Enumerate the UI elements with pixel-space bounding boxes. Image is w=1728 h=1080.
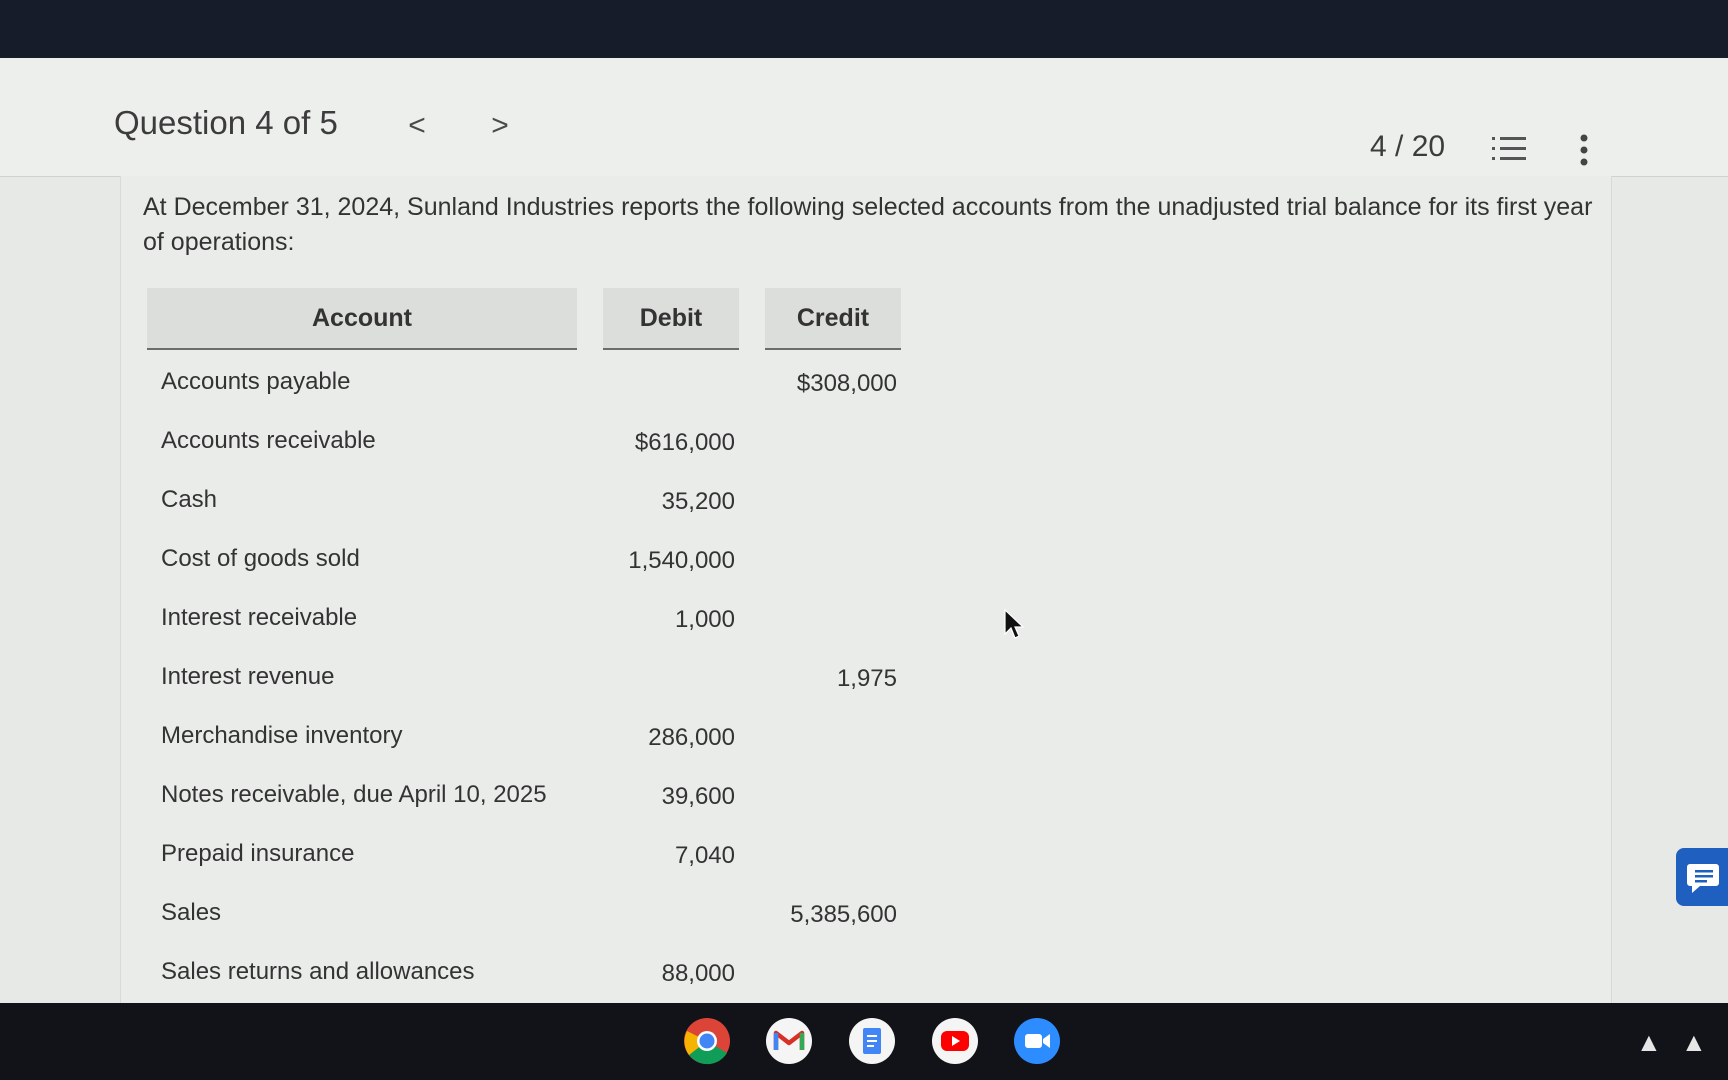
youtube-icon[interactable] xyxy=(931,1017,979,1065)
table-row: Accounts payable $308,000 xyxy=(147,354,947,413)
question-content: At December 31, 2024, Sunland Industries… xyxy=(120,176,1612,1003)
table-row: Accounts receivable $616,000 xyxy=(147,413,947,472)
account-name: Cash xyxy=(161,486,218,513)
credit-amount: 5,385,600 xyxy=(790,901,897,928)
table-row: Sales 5,385,600 xyxy=(147,885,947,944)
table-row: Cash 35,200 xyxy=(147,472,947,531)
table-header-row: Account Debit Credit xyxy=(147,288,947,354)
mouse-pointer-icon xyxy=(1003,608,1025,640)
debit-amount: 286,000 xyxy=(648,724,735,751)
account-name: Interest receivable xyxy=(161,604,358,631)
debit-amount: 1,000 xyxy=(674,606,735,633)
table-row: Prepaid insurance 7,040 xyxy=(147,826,947,885)
more-vertical-icon[interactable] xyxy=(1574,130,1594,170)
table-row: Merchandise inventory 286,000 xyxy=(147,708,947,767)
meet-icon[interactable] xyxy=(1013,1017,1061,1065)
next-question-button[interactable]: > xyxy=(480,108,520,148)
account-name: Merchandise inventory xyxy=(161,722,403,749)
account-name: Accounts receivable xyxy=(161,427,376,454)
column-header-debit: Debit xyxy=(603,288,739,350)
account-name: Prepaid insurance xyxy=(161,840,355,867)
debit-amount: 39,600 xyxy=(661,783,735,810)
debit-amount: 88,000 xyxy=(661,960,735,987)
question-header: Question 4 of 5 < > 4 / 20 xyxy=(0,58,1728,177)
debit-amount: 1,540,000 xyxy=(628,547,735,574)
chat-feedback-button[interactable] xyxy=(1676,848,1728,906)
account-name: Sales xyxy=(161,899,222,926)
debit-amount: $616,000 xyxy=(634,429,735,456)
question-prompt: At December 31, 2024, Sunland Industries… xyxy=(143,193,1593,256)
debit-amount: 35,200 xyxy=(661,488,735,515)
list-icon[interactable] xyxy=(1492,134,1528,164)
table-row: Cost of goods sold 1,540,000 xyxy=(147,531,947,590)
account-name: Interest revenue xyxy=(161,663,335,690)
account-name: Accounts payable xyxy=(161,368,351,395)
credit-amount: 1,975 xyxy=(836,665,897,692)
account-name: Notes receivable, due April 10, 2025 xyxy=(161,781,547,808)
system-tray-warning-icons[interactable]: ▲ ▲ xyxy=(1636,1027,1713,1058)
screen-bezel xyxy=(0,0,1728,58)
table-row: Interest revenue 1,975 xyxy=(147,649,947,708)
chat-icon xyxy=(1687,864,1719,893)
screen: Question 4 of 5 < > 4 / 20 At December 3… xyxy=(0,58,1728,1003)
previous-question-button[interactable]: < xyxy=(397,108,437,148)
debit-amount: 7,040 xyxy=(674,842,735,869)
gmail-icon[interactable] xyxy=(765,1017,813,1065)
column-header-account: Account xyxy=(147,288,577,350)
account-name: Sales returns and allowances xyxy=(161,958,475,985)
account-name: Cost of goods sold xyxy=(161,545,360,572)
taskbar: ▲ ▲ xyxy=(0,1003,1728,1080)
table-row: Notes receivable, due April 10, 2025 39,… xyxy=(147,767,947,826)
table-row: Interest receivable 1,000 xyxy=(147,590,947,649)
column-header-credit: Credit xyxy=(765,288,901,350)
chrome-icon[interactable] xyxy=(683,1017,731,1065)
docs-icon[interactable] xyxy=(848,1017,896,1065)
question-title: Question 4 of 5 xyxy=(114,104,338,141)
credit-amount: $308,000 xyxy=(796,370,897,397)
table-row: Sales returns and allowances 88,000 xyxy=(147,944,947,1003)
score-display: 4 / 20 xyxy=(1370,130,1446,163)
trial-balance-table: Account Debit Credit Accounts payable $3… xyxy=(147,288,947,1003)
